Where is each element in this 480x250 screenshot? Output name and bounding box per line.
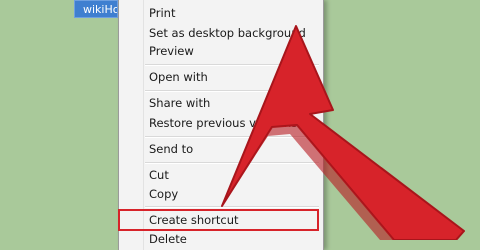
highlight-box-create-shortcut bbox=[118, 209, 319, 231]
menu-separator bbox=[145, 64, 319, 66]
menu-separator bbox=[145, 162, 319, 164]
selected-file-label[interactable]: wikiHo bbox=[74, 0, 118, 18]
menu-separator bbox=[145, 206, 319, 208]
menu-item-print[interactable]: Print bbox=[149, 6, 175, 21]
menu-item-preview[interactable]: Preview bbox=[149, 44, 194, 59]
menu-separator bbox=[145, 90, 319, 92]
menu-item-open-with[interactable]: Open with bbox=[149, 70, 208, 85]
menu-item-cut[interactable]: Cut bbox=[149, 168, 169, 183]
menu-item-copy[interactable]: Copy bbox=[149, 187, 178, 202]
menu-separator bbox=[145, 136, 319, 138]
menu-item-set-desktop-background[interactable]: Set as desktop background bbox=[149, 26, 306, 41]
menu-item-share-with[interactable]: Share with bbox=[149, 96, 210, 111]
menu-item-restore-previous-versions[interactable]: Restore previous versions bbox=[149, 116, 297, 131]
menu-item-send-to[interactable]: Send to bbox=[149, 142, 193, 157]
